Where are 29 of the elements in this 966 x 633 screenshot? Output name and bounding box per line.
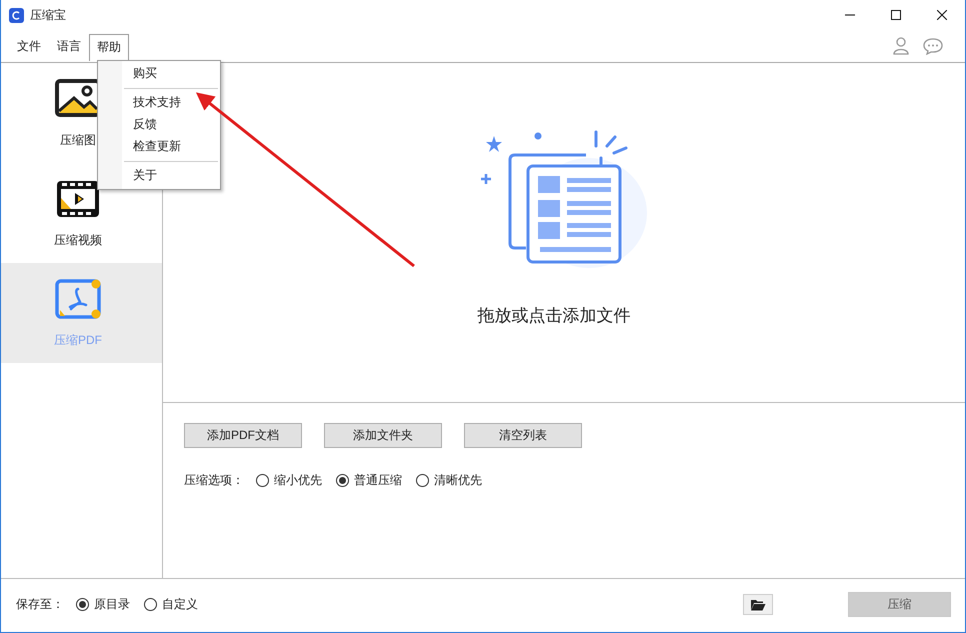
app-logo-icon [9,8,24,22]
radio-button[interactable] [144,598,157,611]
radio-button[interactable] [76,598,89,611]
window-title: 压缩宝 [30,6,66,24]
option-label: 缩小优先 [274,472,322,489]
radio-button[interactable] [336,474,349,487]
options-label: 压缩选项： [184,472,244,489]
save-to-label: 保存至： [16,596,64,613]
folder-icon [750,598,766,611]
menu-item[interactable]: 文件 [9,33,49,59]
drop-hint: 拖放或点击添加文件 [478,305,630,327]
sidebar-item[interactable]: 压缩视频 [54,178,102,248]
close-icon [937,10,947,20]
option-label: 普通压缩 [354,472,402,489]
maximize-icon [891,10,901,20]
option-label: 清晰优先 [434,472,482,489]
option-label: 原目录 [94,596,130,613]
pdf-icon [54,278,102,320]
chat-icon[interactable] [923,38,943,54]
action-button[interactable]: 添加文件夹 [324,423,442,448]
radio-button[interactable] [256,474,269,487]
folder-button[interactable] [743,594,773,615]
action-button[interactable]: 清空列表 [464,423,582,448]
radio-button[interactable] [416,474,429,487]
menu-item[interactable]: 帮助 [89,34,129,60]
user-icon[interactable] [893,37,909,55]
menu-item[interactable]: 语言 [49,33,89,59]
action-button[interactable]: 添加PDF文档 [184,423,302,448]
option-label: 自定义 [162,596,198,613]
